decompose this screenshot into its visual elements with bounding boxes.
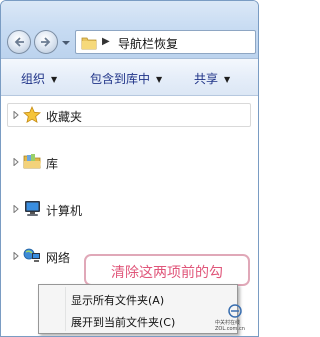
watermark-line1: 中关村在线 — [215, 320, 241, 326]
zol-logo-icon — [228, 304, 242, 318]
back-button[interactable] — [7, 30, 31, 54]
address-bar-area: ▶ 导航栏恢复 — [1, 1, 258, 58]
expand-arrow-icon[interactable] — [13, 205, 19, 213]
include-in-library-menu[interactable]: 包含到库中 ▼ — [90, 70, 162, 87]
nav-label-favorites: 收藏夹 — [46, 110, 83, 124]
recent-pages-dropdown-icon[interactable] — [61, 39, 71, 47]
expand-arrow-icon[interactable] — [13, 158, 19, 166]
command-bar: 组织 ▼ 包含到库中 ▼ 共享 ▼ — [1, 58, 258, 96]
organize-label: 组织 — [21, 72, 46, 86]
menu-item-expand-to-current-folder[interactable]: 展开到当前文件夹(C) — [71, 314, 175, 330]
share-menu[interactable]: 共享 ▼ — [194, 70, 230, 87]
star-icon — [23, 106, 41, 124]
favorites-row-highlight — [7, 103, 251, 127]
network-icon — [23, 248, 40, 262]
expand-arrow-icon[interactable] — [13, 111, 19, 119]
expand-arrow-icon[interactable] — [13, 252, 19, 260]
zol-watermark: 中关村在线 ZOL.com.cn — [215, 304, 255, 334]
menu-gutter-divider — [65, 287, 66, 331]
address-path[interactable]: 导航栏恢复 — [118, 35, 178, 52]
library-icon — [23, 154, 41, 169]
annotation-callout: 清除这两项前的勾 — [84, 254, 250, 286]
organize-menu[interactable]: 组织 ▼ — [21, 70, 57, 87]
forward-button[interactable] — [34, 30, 58, 54]
menu-item-show-all-folders[interactable]: 显示所有文件夹(A) — [71, 292, 164, 308]
back-arrow-icon — [14, 37, 24, 47]
nav-label-libraries: 库 — [46, 157, 59, 171]
forward-arrow-icon — [41, 37, 51, 47]
share-label: 共享 — [194, 72, 219, 86]
computer-icon — [25, 201, 40, 216]
chevron-down-icon: ▼ — [156, 75, 163, 84]
explorer-window: ▶ 导航栏恢复 组织 ▼ 包含到库中 ▼ 共享 ▼ 收藏夹 库 计算机 网络 清… — [0, 0, 259, 337]
address-field[interactable]: ▶ 导航栏恢复 — [75, 30, 256, 54]
nav-label-network: 网络 — [46, 251, 71, 265]
context-menu: 显示所有文件夹(A) 展开到当前文件夹(C) — [38, 284, 238, 334]
breadcrumb-separator-icon[interactable]: ▶ — [102, 36, 110, 47]
include-in-library-label: 包含到库中 — [90, 72, 151, 86]
folder-icon — [81, 37, 97, 50]
chevron-down-icon: ▼ — [51, 75, 58, 84]
nav-label-computer: 计算机 — [46, 204, 83, 218]
callout-text: 清除这两项前的勾 — [111, 265, 223, 281]
watermark-line2: ZOL.com.cn — [215, 326, 245, 332]
chevron-down-icon: ▼ — [224, 75, 231, 84]
